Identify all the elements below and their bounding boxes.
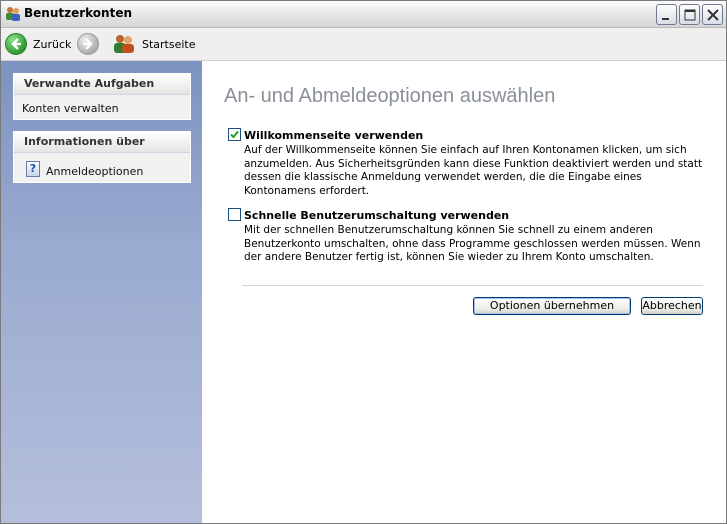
window: Benutzerkonten Zurück Startseite Verwand… — [0, 0, 727, 524]
welcome-screen-checkbox[interactable] — [228, 128, 241, 141]
close-button[interactable] — [702, 4, 723, 25]
help-icon[interactable]: ? — [26, 161, 40, 177]
task-pane: Verwandte Aufgaben Konten verwalten Info… — [1, 61, 202, 523]
back-arrow-icon — [5, 33, 27, 55]
related-tasks-header: Verwandte Aufgaben — [14, 74, 190, 95]
maximize-icon — [684, 9, 696, 21]
title-bar[interactable]: Benutzerkonten — [1, 1, 726, 28]
fast-user-switching-checkbox[interactable] — [228, 208, 241, 221]
page-title: An- und Abmeldeoptionen auswählen — [224, 85, 556, 107]
logon-options-link[interactable]: Anmeldeoptionen — [46, 165, 143, 178]
checkmark-icon — [230, 130, 239, 139]
back-label: Zurück — [33, 37, 72, 51]
home-label: Startseite — [142, 37, 196, 51]
close-icon — [707, 9, 719, 21]
welcome-screen-label[interactable]: Willkommenseite verwenden — [244, 129, 423, 142]
info-box: Informationen über ? Anmeldeoptionen — [13, 131, 191, 183]
forward-button[interactable] — [77, 33, 99, 58]
navigation-toolbar: Zurück Startseite — [1, 28, 726, 61]
maximize-button[interactable] — [679, 4, 700, 25]
user-accounts-icon — [5, 6, 21, 22]
window-title: Benutzerkonten — [24, 6, 133, 20]
fast-user-switching-description: Mit der schnellen Benutzerumschaltung kö… — [244, 224, 701, 263]
minimize-icon — [662, 18, 669, 20]
welcome-screen-description: Auf der Willkommenseite können Sie einfa… — [244, 144, 703, 197]
separator — [242, 285, 703, 286]
cancel-button[interactable]: Abbrechen — [641, 297, 703, 315]
home-button[interactable]: Startseite — [112, 31, 196, 57]
users-icon — [112, 34, 136, 54]
minimize-button[interactable] — [656, 4, 677, 25]
related-tasks-box: Verwandte Aufgaben Konten verwalten — [13, 73, 191, 120]
main-content: An- und Abmeldeoptionen auswählen Willko… — [202, 61, 726, 523]
manage-accounts-link[interactable]: Konten verwalten — [22, 102, 119, 115]
info-header: Informationen über — [14, 132, 190, 153]
fast-user-switching-label[interactable]: Schnelle Benutzerumschaltung verwenden — [244, 209, 509, 222]
apply-options-button[interactable]: Optionen übernehmen — [473, 297, 631, 315]
back-button[interactable]: Zurück — [5, 31, 71, 57]
forward-arrow-icon — [77, 33, 99, 55]
